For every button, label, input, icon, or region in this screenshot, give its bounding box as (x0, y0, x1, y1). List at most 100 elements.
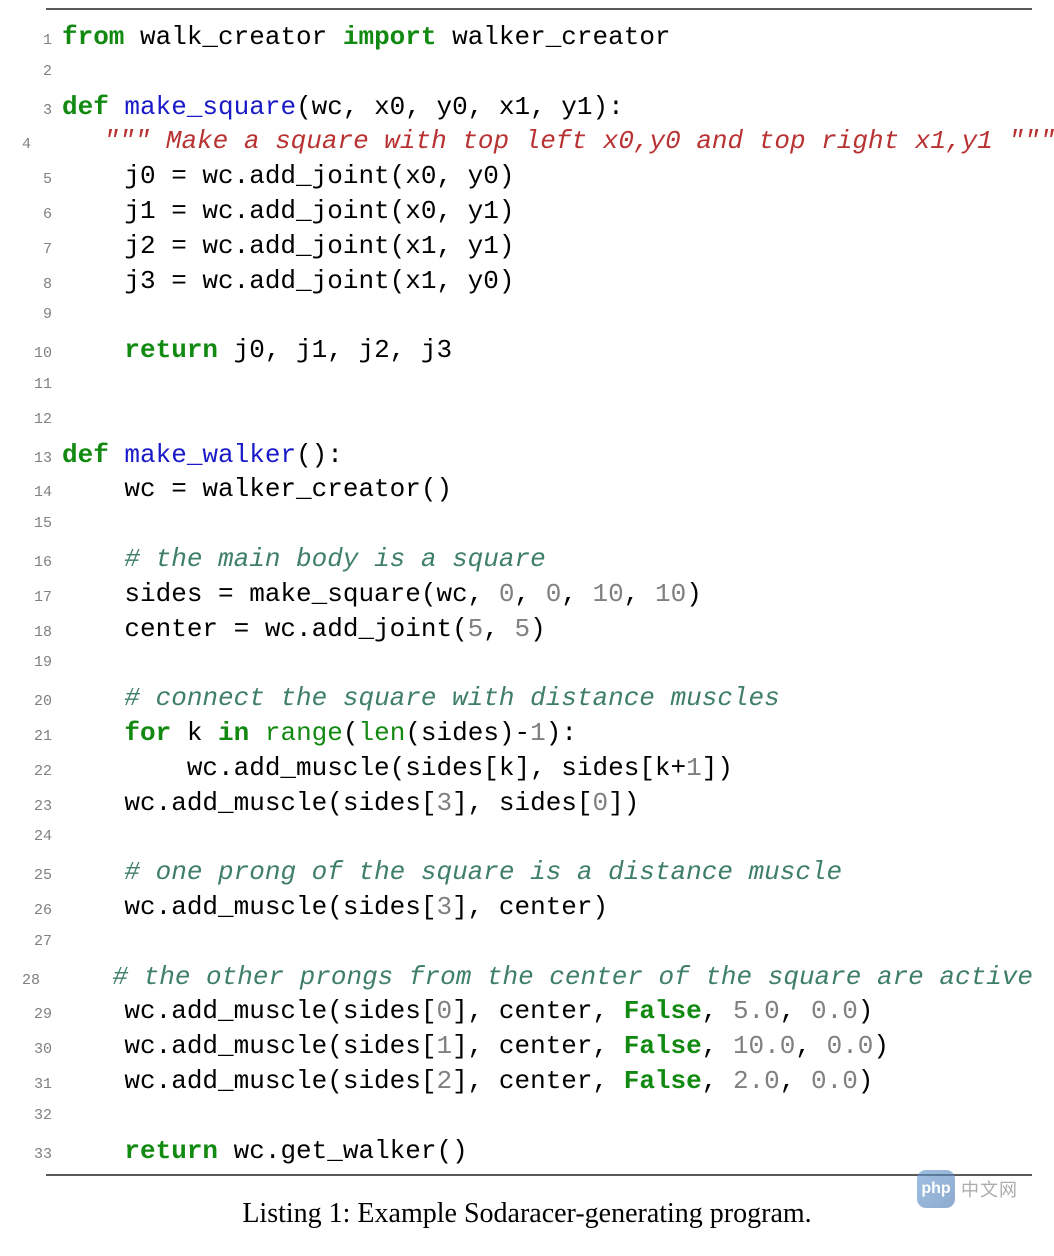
code-content: def make_walker(): (62, 438, 343, 473)
listing-top-rule (46, 8, 1032, 10)
token-num: 5.0 (733, 996, 780, 1026)
token-docstr: """ Make a square with top left x0,y0 an… (103, 126, 1054, 156)
code-line: 7 j2 = wc.add_joint(x1, y1) (22, 229, 1032, 264)
line-number: 26 (22, 894, 52, 929)
token-num: 0 (593, 788, 609, 818)
token-plain: ): (546, 718, 577, 748)
token-plain: ) (858, 1066, 874, 1096)
code-line: 8 j3 = wc.add_joint(x1, y0) (22, 264, 1032, 299)
token-num: 10 (593, 579, 624, 609)
token-plain: , (702, 996, 733, 1026)
code-content: wc = walker_creator() (62, 472, 452, 507)
code-content: return wc.get_walker() (62, 1134, 468, 1169)
token-kw-def: def (62, 92, 109, 122)
line-number: 9 (22, 298, 52, 333)
code-line: 12 (22, 403, 1032, 438)
code-line: 2 (22, 55, 1032, 90)
token-plain: sides = make_square(wc, (62, 579, 499, 609)
line-number: 20 (22, 685, 52, 720)
line-number: 13 (22, 442, 52, 477)
token-plain (62, 857, 124, 887)
listing-bottom-rule (46, 1174, 1032, 1176)
token-num: 5 (515, 614, 531, 644)
token-num: 10 (655, 579, 686, 609)
code-line: 11 (22, 368, 1032, 403)
line-number: 16 (22, 546, 52, 581)
token-num: 2 (436, 1066, 452, 1096)
token-num: 3 (436, 788, 452, 818)
token-plain (62, 335, 124, 365)
watermark-text: 中文网 (961, 1176, 1018, 1202)
line-number: 7 (22, 233, 52, 268)
token-plain: , (561, 579, 592, 609)
token-plain: j3 = wc.add_joint(x1, y0) (62, 266, 514, 296)
line-number: 21 (22, 720, 52, 755)
token-num: 2.0 (733, 1066, 780, 1096)
listing-caption: Listing 1: Example Sodaracer-generating … (22, 1198, 1032, 1230)
token-builtin: len (359, 718, 406, 748)
code-line: 16 # the main body is a square (22, 542, 1032, 577)
code-line: 13def make_walker(): (22, 438, 1032, 473)
line-number: 15 (22, 507, 52, 542)
token-plain (62, 683, 124, 713)
token-num: 5 (468, 614, 484, 644)
code-line: 30 wc.add_muscle(sides[1], center, False… (22, 1029, 1032, 1064)
token-plain: ], center, (452, 996, 624, 1026)
token-plain: k (171, 718, 218, 748)
token-plain: ]) (608, 788, 639, 818)
code-line: 9 (22, 298, 1032, 333)
code-line: 6 j1 = wc.add_joint(x0, y1) (22, 194, 1032, 229)
token-kw-import: import (343, 22, 437, 52)
token-plain: , (780, 1066, 811, 1096)
token-kw-return: return (124, 1136, 218, 1166)
token-plain: , (702, 1031, 733, 1061)
token-comment: # connect the square with distance muscl… (124, 683, 779, 713)
token-plain: j0, j1, j2, j3 (218, 335, 452, 365)
token-plain (50, 962, 112, 992)
token-plain: wc.add_muscle(sides[ (62, 788, 436, 818)
code-line: 23 wc.add_muscle(sides[3], sides[0]) (22, 786, 1032, 821)
line-number: 29 (22, 998, 52, 1033)
token-plain: walk_creator (124, 22, 342, 52)
line-number: 8 (22, 268, 52, 303)
token-plain: wc = walker_creator() (62, 474, 452, 504)
token-plain: , (624, 579, 655, 609)
code-content: """ Make a square with top left x0,y0 an… (41, 124, 1054, 159)
token-plain: wc.add_muscle(sides[ (62, 1031, 436, 1061)
token-plain: ], sides[ (452, 788, 592, 818)
code-content: j0 = wc.add_joint(x0, y0) (62, 159, 514, 194)
line-number: 2 (22, 55, 52, 90)
line-number: 32 (22, 1099, 52, 1134)
token-plain: (sides)- (405, 718, 530, 748)
code-content: j3 = wc.add_joint(x1, y0) (62, 264, 514, 299)
token-fn-name: make_walker (124, 440, 296, 470)
code-content: wc.add_muscle(sides[k], sides[k+1]) (62, 751, 733, 786)
token-num: 1 (436, 1031, 452, 1061)
line-number: 28 (22, 964, 40, 999)
code-line: 21 for k in range(len(sides)-1): (22, 716, 1032, 751)
line-number: 19 (22, 646, 52, 681)
code-line: 19 (22, 646, 1032, 681)
code-line: 25 # one prong of the square is a distan… (22, 855, 1032, 890)
code-content: wc.add_muscle(sides[3], sides[0]) (62, 786, 639, 821)
token-kw-def: def (62, 440, 109, 470)
token-plain: ], center) (452, 892, 608, 922)
code-line: 1from walk_creator import walker_creator (22, 20, 1032, 55)
code-content: sides = make_square(wc, 0, 0, 10, 10) (62, 577, 702, 612)
token-num: 0.0 (811, 996, 858, 1026)
token-plain (62, 718, 124, 748)
line-number: 27 (22, 925, 52, 960)
code-line: 27 (22, 925, 1032, 960)
line-number: 18 (22, 616, 52, 651)
token-plain: (wc, x0, y0, x1, y1): (296, 92, 624, 122)
code-line: 29 wc.add_muscle(sides[0], center, False… (22, 994, 1032, 1029)
code-content: # one prong of the square is a distance … (62, 855, 842, 890)
code-line: 10 return j0, j1, j2, j3 (22, 333, 1032, 368)
line-number: 24 (22, 820, 52, 855)
code-content: from walk_creator import walker_creator (62, 20, 671, 55)
token-kw-from: from (62, 22, 124, 52)
token-plain: (): (296, 440, 343, 470)
token-num: 10.0 (733, 1031, 795, 1061)
token-plain: center = wc.add_joint( (62, 614, 468, 644)
code-content: # connect the square with distance muscl… (62, 681, 780, 716)
